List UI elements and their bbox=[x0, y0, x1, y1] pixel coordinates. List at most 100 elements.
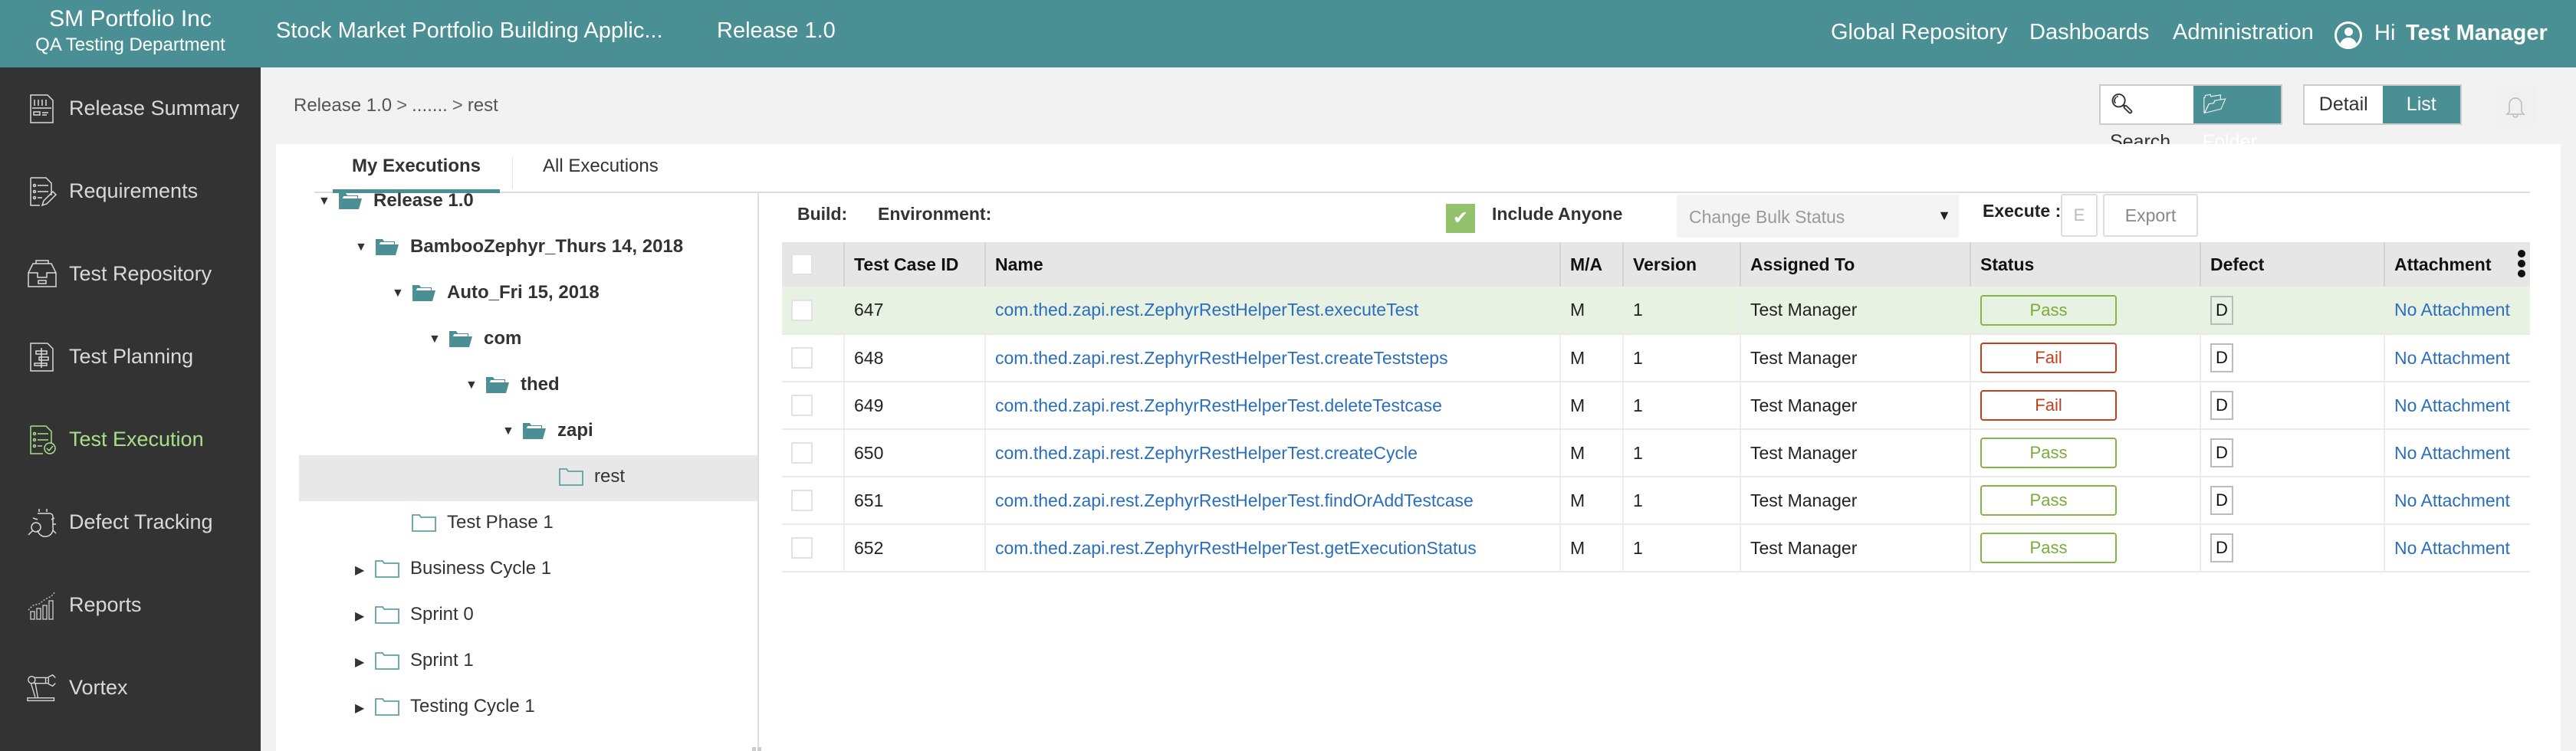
include-anyone-checkbox[interactable]: ✔ bbox=[1446, 204, 1475, 233]
table-row[interactable]: 649 com.thed.zapi.rest.ZephyrRestHelperTe… bbox=[782, 382, 2530, 430]
test-case-name-link[interactable]: com.thed.zapi.rest.ZephyrRestHelperTest.… bbox=[985, 524, 1561, 572]
nav-administration[interactable]: Administration bbox=[2173, 20, 2314, 45]
tree-node[interactable]: ▼ Auto_Fri 15, 2018 bbox=[299, 271, 757, 317]
sidebar-item-release-summary[interactable]: Release Summary bbox=[0, 86, 261, 132]
tree-node[interactable]: ▼ thed bbox=[299, 363, 757, 409]
column-header-attachment[interactable]: Attachment bbox=[2384, 242, 2530, 287]
sidebar-item-test-execution[interactable]: Test Execution bbox=[0, 417, 261, 463]
row-checkbox[interactable] bbox=[791, 347, 813, 369]
select-all-checkbox[interactable] bbox=[791, 254, 813, 276]
table-row[interactable]: 652 com.thed.zapi.rest.ZephyrRestHelperTe… bbox=[782, 524, 2530, 572]
expand-arrow-icon[interactable]: ▶ bbox=[355, 700, 364, 716]
expand-arrow-icon[interactable]: ▶ bbox=[355, 654, 364, 670]
defect-button[interactable]: D bbox=[2210, 391, 2233, 420]
expand-arrow-icon[interactable]: ▶ bbox=[355, 608, 364, 624]
row-checkbox[interactable] bbox=[791, 490, 813, 512]
row-checkbox[interactable] bbox=[791, 537, 813, 559]
defect-button[interactable]: D bbox=[2210, 438, 2233, 467]
page-scrollbar[interactable] bbox=[2561, 144, 2576, 751]
tree-node[interactable]: ▼ Release 1.0 bbox=[299, 179, 757, 225]
tree-node[interactable]: ▶ Business Cycle 1 bbox=[299, 547, 757, 593]
sidebar-item-test-repository[interactable]: Test Repository bbox=[0, 251, 261, 297]
execute-input[interactable]: E bbox=[2061, 194, 2098, 237]
tree-node[interactable]: rest bbox=[299, 455, 757, 501]
breadcrumb-item[interactable]: Release 1.0 bbox=[294, 95, 392, 116]
attachment-link[interactable]: No Attachment bbox=[2384, 477, 2530, 525]
project-selector[interactable]: Stock Market Portfolio Building Applic..… bbox=[276, 18, 663, 44]
collapse-arrow-icon[interactable]: ▼ bbox=[392, 287, 404, 300]
test-case-id: 648 bbox=[844, 334, 986, 382]
tree-node[interactable]: ▼ BambooZephyr_Thurs 14, 2018 bbox=[299, 225, 757, 271]
tree-node[interactable]: ▶ Testing Cycle 1 bbox=[299, 685, 757, 731]
bulk-status-select[interactable]: Change Bulk Status ▼ bbox=[1677, 195, 1959, 238]
collapse-arrow-icon[interactable]: ▼ bbox=[502, 425, 514, 438]
attachment-link[interactable]: No Attachment bbox=[2384, 429, 2530, 477]
column-header-test-case-id[interactable]: Test Case ID bbox=[844, 242, 986, 287]
breadcrumb-item[interactable]: ....... bbox=[412, 95, 448, 116]
export-button[interactable]: Export bbox=[2103, 194, 2198, 237]
splitter-grip-icon[interactable] bbox=[751, 742, 765, 751]
collapse-arrow-icon[interactable]: ▼ bbox=[465, 379, 478, 392]
brand[interactable]: SM Portfolio Inc QA Testing Department bbox=[0, 0, 261, 67]
notifications-button[interactable] bbox=[2496, 86, 2535, 126]
search-button[interactable]: 🔍︎ Search bbox=[2101, 86, 2193, 152]
column-menu-icon[interactable] bbox=[2518, 250, 2525, 280]
sidebar-item-requirements[interactable]: Requirements bbox=[0, 169, 261, 215]
collapse-arrow-icon[interactable]: ▼ bbox=[318, 195, 330, 208]
folder-button[interactable]: 📂︎ Folder bbox=[2193, 86, 2281, 152]
sidebar-item-vortex[interactable]: Vortex bbox=[0, 665, 261, 711]
list-button[interactable]: List bbox=[2382, 86, 2460, 123]
status-select[interactable]: Fail bbox=[1980, 390, 2117, 421]
column-header-defect[interactable]: Defect bbox=[2200, 242, 2385, 287]
expand-arrow-icon[interactable]: ▶ bbox=[355, 562, 364, 578]
column-header-ma[interactable]: M/A bbox=[1560, 242, 1624, 287]
column-header-version[interactable]: Version bbox=[1623, 242, 1741, 287]
sidebar-item-test-planning[interactable]: Test Planning bbox=[0, 334, 261, 380]
status-select[interactable]: Pass bbox=[1980, 294, 2117, 326]
test-case-name-link[interactable]: com.thed.zapi.rest.ZephyrRestHelperTest.… bbox=[985, 334, 1561, 382]
column-header-assigned-to[interactable]: Assigned To bbox=[1740, 242, 1971, 287]
tree-node[interactable]: ▼ com bbox=[299, 317, 757, 363]
column-header-name[interactable]: Name bbox=[985, 242, 1561, 287]
attachment-link[interactable]: No Attachment bbox=[2384, 382, 2530, 430]
attachment-link[interactable]: No Attachment bbox=[2384, 334, 2530, 382]
status-select[interactable]: Pass bbox=[1980, 485, 2117, 516]
sidebar-item-defect-tracking[interactable]: Defect Tracking bbox=[0, 500, 261, 546]
table-row[interactable]: 647 com.thed.zapi.rest.ZephyrRestHelperTe… bbox=[782, 287, 2530, 335]
sidebar-item-reports[interactable]: Reports bbox=[0, 582, 261, 628]
collapse-arrow-icon[interactable]: ▼ bbox=[355, 241, 367, 254]
row-checkbox[interactable] bbox=[791, 442, 813, 464]
test-case-name-link[interactable]: com.thed.zapi.rest.ZephyrRestHelperTest.… bbox=[985, 429, 1561, 477]
column-header-status[interactable]: Status bbox=[1970, 242, 2201, 287]
user-menu[interactable]: Test Manager bbox=[2406, 21, 2548, 46]
test-case-name-link[interactable]: com.thed.zapi.rest.ZephyrRestHelperTest.… bbox=[985, 477, 1561, 525]
assigned-to-cell: Test Manager bbox=[1740, 429, 1971, 477]
nav-global-repository[interactable]: Global Repository bbox=[1831, 20, 2008, 45]
defect-button[interactable]: D bbox=[2210, 343, 2233, 372]
tree-node[interactable]: ▼ zapi bbox=[299, 409, 757, 455]
table-row[interactable]: 648 com.thed.zapi.rest.ZephyrRestHelperTe… bbox=[782, 334, 2530, 382]
row-checkbox[interactable] bbox=[791, 395, 813, 417]
collapse-arrow-icon[interactable]: ▼ bbox=[429, 333, 441, 346]
status-select[interactable]: Fail bbox=[1980, 343, 2117, 373]
status-select[interactable]: Pass bbox=[1980, 533, 2117, 563]
user-avatar-icon[interactable] bbox=[2334, 21, 2362, 49]
table-row[interactable]: 651 com.thed.zapi.rest.ZephyrRestHelperTe… bbox=[782, 477, 2530, 525]
status-select[interactable]: Pass bbox=[1980, 438, 2117, 468]
detail-button[interactable]: Detail bbox=[2305, 86, 2383, 123]
nav-dashboards[interactable]: Dashboards bbox=[2029, 20, 2149, 45]
tree-node[interactable]: ▶ Sprint 0 bbox=[299, 593, 757, 639]
attachment-link[interactable]: No Attachment bbox=[2384, 287, 2530, 335]
attachment-link[interactable]: No Attachment bbox=[2384, 524, 2530, 572]
row-checkbox[interactable] bbox=[791, 299, 813, 321]
table-row[interactable]: 650 com.thed.zapi.rest.ZephyrRestHelperTe… bbox=[782, 429, 2530, 477]
release-selector[interactable]: Release 1.0 bbox=[717, 18, 836, 44]
pane-splitter[interactable] bbox=[757, 193, 759, 751]
defect-button[interactable]: D bbox=[2210, 486, 2233, 515]
tree-node[interactable]: ▶ Sprint 1 bbox=[299, 639, 757, 685]
defect-button[interactable]: D bbox=[2210, 295, 2233, 325]
test-case-name-link[interactable]: com.thed.zapi.rest.ZephyrRestHelperTest.… bbox=[985, 382, 1561, 430]
test-case-name-link[interactable]: com.thed.zapi.rest.ZephyrRestHelperTest.… bbox=[985, 287, 1561, 335]
tree-node[interactable]: Test Phase 1 bbox=[299, 501, 757, 547]
defect-button[interactable]: D bbox=[2210, 533, 2233, 562]
